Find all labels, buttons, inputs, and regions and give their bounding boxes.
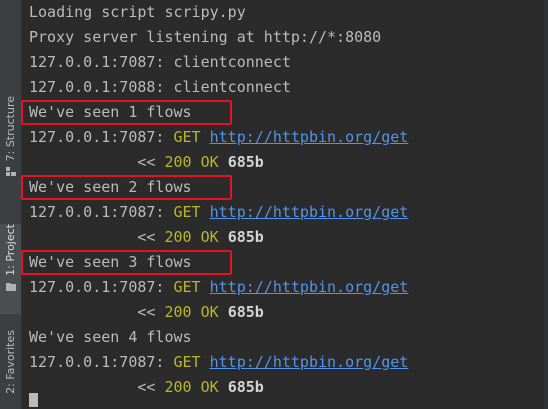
highlight-box (21, 100, 232, 125)
response-size: 685b (227, 153, 264, 171)
tool-window-sidebar: 7: Structure 1: Project 2: Favorites (0, 0, 22, 409)
console-text: Proxy server listening at http://*:8080 (29, 28, 382, 46)
console-line: 127.0.0.1:7087: GET http://httpbin.org/g… (29, 275, 408, 300)
run-console-output[interactable]: Loading script scripy.py Proxy server lis… (29, 0, 548, 409)
tab-structure[interactable]: 7: Structure (0, 96, 21, 208)
response-arrow: << (29, 378, 165, 396)
status-code: 200 (164, 153, 192, 171)
input-caret[interactable] (29, 393, 38, 407)
client-address: 127.0.0.1:7087: (29, 353, 174, 371)
client-address: 127.0.0.1:7087: (29, 128, 174, 146)
structure-icon (5, 167, 16, 177)
status-reason: OK (200, 228, 219, 246)
request-url-link[interactable]: http://httpbin.org/get (210, 128, 409, 146)
http-method: GET (173, 353, 201, 371)
console-text: 127.0.0.1:7088: clientconnect (29, 78, 291, 96)
console-line: << 200 OK 685b (29, 150, 264, 175)
tab-project-label: 1: Project (4, 224, 17, 276)
http-method: GET (173, 203, 201, 221)
highlight-box (21, 250, 232, 275)
vertical-scrollbar[interactable] (544, 0, 548, 409)
response-size: 685b (227, 303, 264, 321)
http-method: GET (173, 128, 201, 146)
status-reason: OK (200, 153, 219, 171)
http-method: GET (173, 278, 201, 296)
status-code: 200 (164, 228, 192, 246)
highlight-box (21, 175, 232, 200)
response-size: 685b (227, 228, 264, 246)
console-line: 127.0.0.1:7087: GET http://httpbin.org/g… (29, 125, 408, 150)
console-line: << 200 OK 685b (29, 225, 264, 250)
response-arrow: << (29, 153, 165, 171)
request-url-link[interactable]: http://httpbin.org/get (210, 278, 409, 296)
console-line: << 200 OK 685b (29, 300, 264, 325)
response-arrow: << (29, 228, 165, 246)
status-reason: OK (200, 378, 219, 396)
tab-project[interactable]: 1: Project (0, 224, 21, 314)
client-address: 127.0.0.1:7087: (29, 203, 174, 221)
console-line: We've seen 4 flows (29, 325, 192, 350)
status-reason: OK (200, 303, 219, 321)
folder-icon (5, 282, 16, 291)
console-text: 127.0.0.1:7087: clientconnect (29, 53, 291, 71)
request-url-link[interactable]: http://httpbin.org/get (210, 353, 409, 371)
console-line: 127.0.0.1:7087: GET http://httpbin.org/g… (29, 200, 408, 225)
console-line: 127.0.0.1:7087: clientconnect (29, 50, 291, 75)
console-line: 127.0.0.1:7087: GET http://httpbin.org/g… (29, 350, 408, 375)
status-code: 200 (164, 378, 192, 396)
client-address: 127.0.0.1:7087: (29, 278, 174, 296)
request-url-link[interactable]: http://httpbin.org/get (210, 203, 409, 221)
response-size: 685b (227, 378, 264, 396)
status-code: 200 (164, 303, 192, 321)
console-line: Proxy server listening at http://*:8080 (29, 25, 381, 50)
response-arrow: << (29, 303, 165, 321)
tab-structure-label: 7: Structure (4, 96, 17, 162)
tab-favorites[interactable]: 2: Favorites (0, 330, 21, 409)
console-line: << 200 OK 685b (29, 375, 264, 400)
console-line: Loading script scripy.py (29, 0, 246, 25)
console-line: 127.0.0.1:7088: clientconnect (29, 75, 291, 100)
console-text: Loading script scripy.py (29, 3, 246, 21)
tab-favorites-label: 2: Favorites (4, 330, 17, 394)
console-text: We've seen 4 flows (29, 328, 192, 346)
